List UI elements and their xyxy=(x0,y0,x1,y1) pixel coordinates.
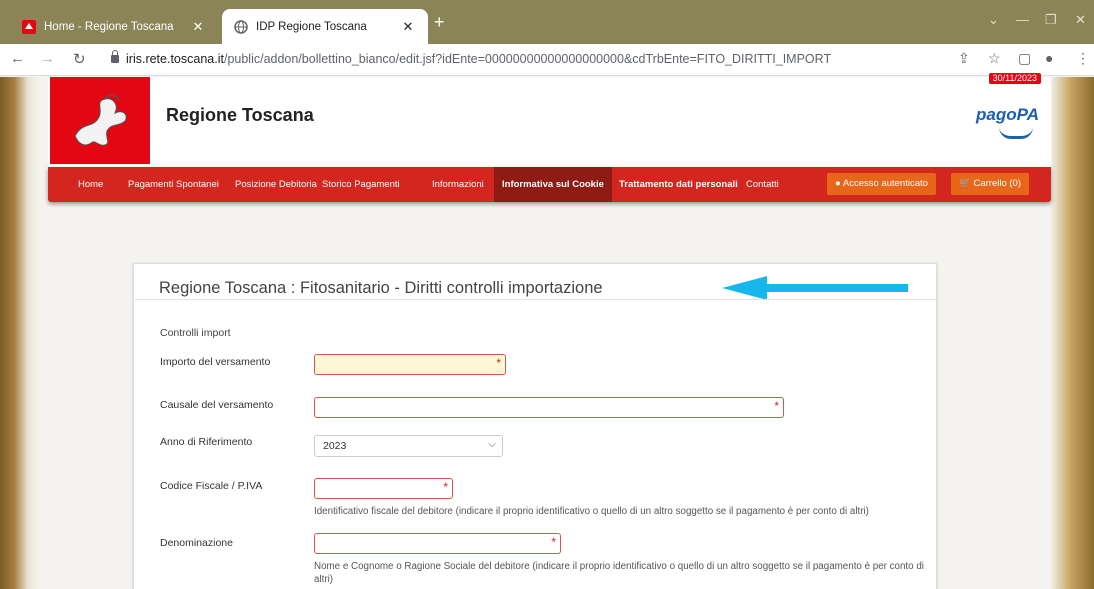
required-marker: * xyxy=(443,480,448,494)
close-tab-icon[interactable]: ✕ xyxy=(400,19,416,35)
tab-home-regione-toscana[interactable]: Home - Regione Toscana ✕ xyxy=(10,9,218,44)
anno-value: 2023 xyxy=(323,440,347,452)
title-divider xyxy=(134,299,936,300)
address-toolbar: ← → ↻ iris.rete.toscana.it/public/addon/… xyxy=(0,44,1094,76)
url-field[interactable]: iris.rete.toscana.it/public/addon/bollet… xyxy=(126,52,831,66)
required-marker: * xyxy=(551,535,556,549)
required-marker: * xyxy=(774,399,779,413)
menu-item-home[interactable]: Home xyxy=(78,167,103,202)
site-brand: Regione Toscana xyxy=(166,105,314,125)
form-title: Regione Toscana : Fitosanitario - Diritt… xyxy=(159,279,603,297)
menu-item-pagamenti-spontanei[interactable]: Pagamenti Spontanei xyxy=(128,167,219,202)
minimize-icon[interactable]: — xyxy=(1016,12,1029,27)
site-header: Regione Toscana 30/11/2023 pagoPA xyxy=(48,73,1051,167)
pagopa-logo[interactable]: pagoPA xyxy=(976,105,1039,125)
regione-toscana-favicon xyxy=(22,19,36,34)
chevron-down-icon: ⌵ xyxy=(488,439,496,450)
url-path: /public/addon/bollettino_bianco/edit.jsf… xyxy=(223,52,832,66)
denominazione-label: Denominazione xyxy=(160,537,233,549)
denominazione-input[interactable]: * xyxy=(314,533,561,554)
share-icon[interactable]: ⇪ xyxy=(958,50,970,67)
causale-input[interactable]: * xyxy=(314,397,784,418)
pagopa-swoosh xyxy=(999,127,1033,139)
denominazione-help: Nome e Cognome o Ragione Sociale del deb… xyxy=(314,561,924,585)
codice-fiscale-input[interactable]: * xyxy=(314,478,453,499)
codice-fiscale-label: Codice Fiscale / P.IVA xyxy=(160,480,263,492)
profile-icon[interactable]: ● xyxy=(1045,50,1053,66)
new-tab-button[interactable]: + xyxy=(434,13,445,31)
reload-icon[interactable]: ↻ xyxy=(73,50,86,68)
back-icon[interactable]: ← xyxy=(10,50,25,67)
kebab-menu-icon[interactable]: ⋮ xyxy=(1076,50,1090,67)
menu-item-trattamento-dati[interactable]: Trattamento dati personali xyxy=(619,167,738,202)
importo-label: Importo del versamento xyxy=(160,356,271,368)
chevron-down-icon[interactable]: ⌄ xyxy=(988,12,999,28)
required-marker: * xyxy=(496,356,501,370)
regione-toscana-logo[interactable] xyxy=(50,77,150,164)
forward-icon[interactable]: → xyxy=(40,50,55,67)
lock-icon[interactable] xyxy=(111,50,119,63)
url-host: iris.rete.toscana.it xyxy=(126,52,224,66)
anno-label: Anno di Riferimento xyxy=(160,436,253,448)
anno-select[interactable]: 2023 ⌵ xyxy=(314,435,503,457)
maximize-icon[interactable]: ❐ xyxy=(1045,12,1057,28)
tab-title: Home - Regione Toscana xyxy=(44,20,174,33)
close-window-icon[interactable]: ✕ xyxy=(1075,12,1086,28)
menu-item-informazioni[interactable]: Informazioni xyxy=(432,167,484,202)
payment-form-card: Regione Toscana : Fitosanitario - Diritt… xyxy=(133,263,937,589)
side-panel-icon[interactable]: ▢ xyxy=(1018,50,1031,67)
date-badge: 30/11/2023 xyxy=(988,73,1041,84)
page-content: Regione Toscana 30/11/2023 pagoPA Home P… xyxy=(0,73,1094,589)
tab-idp-regione-toscana[interactable]: IDP Regione Toscana ✕ xyxy=(222,9,428,44)
arrow-shape xyxy=(722,276,908,300)
star-icon[interactable]: ☆ xyxy=(988,50,1001,67)
close-tab-icon[interactable]: ✕ xyxy=(190,19,206,35)
causale-label: Causale del versamento xyxy=(160,399,274,411)
section-label: Controlli import xyxy=(160,327,231,339)
annotation-arrow xyxy=(722,276,908,300)
globe-icon xyxy=(234,19,248,34)
tab-bar: Home - Regione Toscana ✕ IDP Regione Tos… xyxy=(0,0,1094,44)
codice-fiscale-help: Identificativo fiscale del debitore (ind… xyxy=(314,506,869,517)
menu-item-posizione-debitoria[interactable]: Posizione Debitoria xyxy=(235,167,317,202)
menu-item-storico-pagamenti[interactable]: Storico Pagamenti xyxy=(322,167,400,202)
menu-item-informativa-cookie[interactable]: Informativa sul Cookie xyxy=(494,167,612,202)
tab-title: IDP Regione Toscana xyxy=(256,20,367,33)
importo-input[interactable]: * xyxy=(314,354,506,375)
